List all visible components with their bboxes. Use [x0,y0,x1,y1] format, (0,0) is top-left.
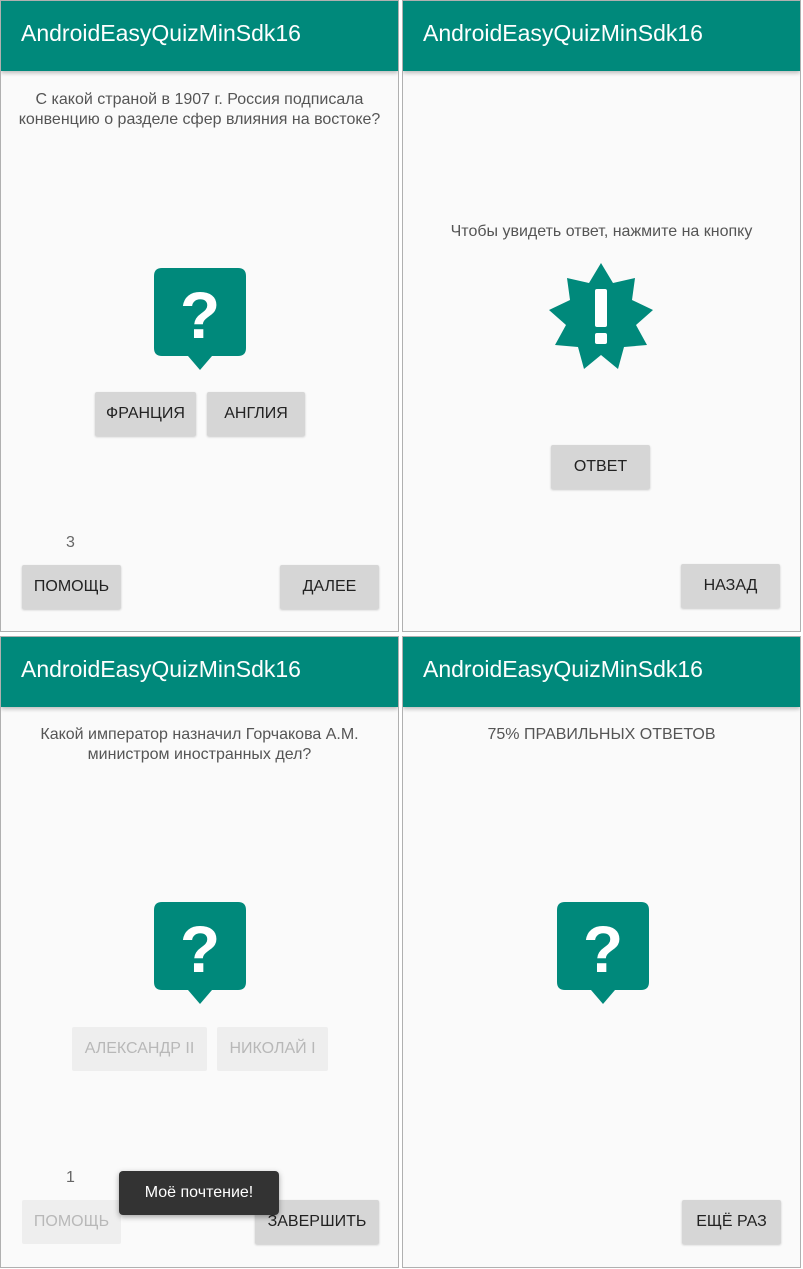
app-bar: AndroidEasyQuizMinSdk16 [1,637,398,707]
result-text: 75% ПРАВИЛЬНЫХ ОТВЕТОВ [487,726,716,743]
exclamation-badge-icon [549,263,653,369]
retry-button[interactable]: ЕЩЁ РАЗ [682,1200,781,1244]
svg-text:?: ? [180,912,220,986]
app-bar: AndroidEasyQuizMinSdk16 [403,637,800,707]
quiz-screen-1: AndroidEasyQuizMinSdk16 С какой страной … [0,0,399,632]
answer-button-2[interactable]: НИКОЛАЙ I [217,1027,328,1071]
question-bubble-icon: ? [154,902,246,1004]
back-button[interactable]: НАЗАД [681,564,780,608]
show-answer-button[interactable]: ОТВЕТ [551,445,650,489]
question-bubble-icon: ? [154,268,246,370]
svg-text:?: ? [583,912,623,986]
help-counter: 1 [66,1169,75,1186]
result-screen: AndroidEasyQuizMinSdk16 75% ПРАВИЛЬНЫХ О… [402,636,801,1268]
hint-text: Чтобы увидеть ответ, нажмите на кнопку [450,223,753,240]
next-button[interactable]: ДАЛЕЕ [280,565,379,609]
answer-button-2[interactable]: АНГЛИЯ [207,392,305,436]
answer-screen: AndroidEasyQuizMinSdk16 Чтобы увидеть от… [402,0,801,632]
answer-button-1[interactable]: АЛЕКСАНДР II [72,1027,207,1071]
question-bubble-icon: ? [557,902,649,1004]
app-title: AndroidEasyQuizMinSdk16 [423,20,703,46]
app-bar: AndroidEasyQuizMinSdk16 [1,1,398,71]
help-button[interactable]: ПОМОЩЬ [22,565,121,609]
toast-message: Моё почтение! [119,1171,279,1215]
question-text: С какой страной в 1907 г. Россия подписа… [18,91,381,128]
svg-text:?: ? [180,278,220,352]
help-counter: 3 [66,534,75,551]
app-title: AndroidEasyQuizMinSdk16 [21,20,301,46]
question-text: Какой император назначил Горчакова А.М. … [40,726,359,763]
app-bar: AndroidEasyQuizMinSdk16 [403,1,800,71]
answer-button-1[interactable]: ФРАНЦИЯ [95,392,196,436]
help-button[interactable]: ПОМОЩЬ [22,1200,121,1244]
app-title: AndroidEasyQuizMinSdk16 [423,656,703,682]
app-title: AndroidEasyQuizMinSdk16 [21,656,301,682]
